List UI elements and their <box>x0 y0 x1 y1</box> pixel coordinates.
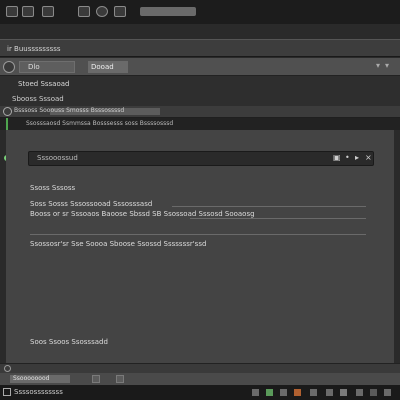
tab-active[interactable]: ir Buusssssssss <box>4 42 84 56</box>
bookmark-icon[interactable] <box>78 6 90 17</box>
content-line-3: Ssossosr'sr Sse Soooa Sboose Ssossd Ssss… <box>30 240 207 248</box>
search-input[interactable] <box>140 7 196 16</box>
tree-row[interactable]: Bsssoss Sooouss Smosss Bsssossssd <box>0 106 400 118</box>
tray-icon[interactable] <box>294 389 301 396</box>
section-header: Stoed Sssaoad Sbooss Sssoad <box>0 76 400 106</box>
command-input[interactable]: Sssooossud ▣ • ▸ × <box>28 151 374 166</box>
divider <box>172 206 366 207</box>
tray-icon[interactable] <box>356 389 363 396</box>
page-icon[interactable] <box>22 6 34 17</box>
main-pane: Sssooossud ▣ • ▸ × Ssoss Sssoss Soss Sos… <box>6 130 394 363</box>
tray-icon[interactable] <box>280 389 287 396</box>
address-field[interactable]: Dlo <box>19 61 75 73</box>
app-icon[interactable] <box>3 388 11 396</box>
info-strip-text: Ssosssaosd Ssmmssa Bosssesss soss Bsssso… <box>26 120 174 127</box>
footer-bar: Ssoooooood <box>0 373 400 385</box>
menu-icon[interactable]: ▾ <box>385 61 389 70</box>
section-subtitle: Sbooss Sssoad <box>12 95 64 103</box>
x-icon[interactable]: × <box>365 153 372 162</box>
content-heading: Ssoss Sssoss <box>30 184 76 192</box>
tray-icon[interactable] <box>384 389 391 396</box>
status-bar <box>0 363 400 373</box>
info-strip: Ssosssaosd Ssmmssa Bosssesss soss Bsssso… <box>0 118 400 130</box>
status-icon <box>4 365 11 372</box>
search-icon[interactable] <box>114 6 126 17</box>
content-line-1: Soss Sosss Sssossooad Sssosssasd <box>30 200 153 208</box>
tab-icon[interactable] <box>42 6 54 17</box>
browser-toolbar <box>0 0 400 24</box>
footer-toggle-icon[interactable] <box>116 375 124 383</box>
tray-icon[interactable] <box>326 389 333 396</box>
address-secondary-field[interactable]: Dooad <box>88 61 128 73</box>
taskbar-label[interactable]: Ssssossssssss <box>14 388 63 396</box>
expand-icon[interactable] <box>3 107 12 116</box>
footer-field[interactable]: Ssoooooood <box>10 375 70 383</box>
tray-icon[interactable] <box>252 389 259 396</box>
dot-icon[interactable]: • <box>345 153 350 162</box>
tray-icon[interactable] <box>340 389 347 396</box>
divider <box>30 234 366 235</box>
content-line-2: Booss or sr Sssoaos Baoose Sbssd SB Ssos… <box>30 210 255 218</box>
footer-toggle-icon[interactable] <box>92 375 100 383</box>
checkbox-icon[interactable]: ▣ <box>333 153 341 162</box>
content-note: Soos Ssoos Ssosssadd <box>30 338 108 346</box>
back-button[interactable] <box>3 61 15 73</box>
section-title: Stoed Sssaoad <box>18 80 70 88</box>
address-row: Dlo Dooad ▾ ▾ <box>0 58 400 76</box>
tab-strip: ir Buusssssssss <box>0 39 400 57</box>
tray-icon[interactable] <box>266 389 273 396</box>
tree-label: Bsssoss Sooouss Smosss Bsssossssd <box>14 107 125 114</box>
command-input-value: Sssooossud <box>37 154 78 162</box>
taskbar: Ssssossssssss <box>0 385 400 400</box>
divider <box>190 218 366 219</box>
tray-icon[interactable] <box>310 389 317 396</box>
tray-icon[interactable] <box>370 389 377 396</box>
back-icon[interactable] <box>6 6 18 17</box>
chevron-down-icon[interactable]: ▾ <box>376 61 380 70</box>
refresh-icon[interactable] <box>96 6 108 17</box>
arrow-icon[interactable]: ▸ <box>355 153 359 162</box>
